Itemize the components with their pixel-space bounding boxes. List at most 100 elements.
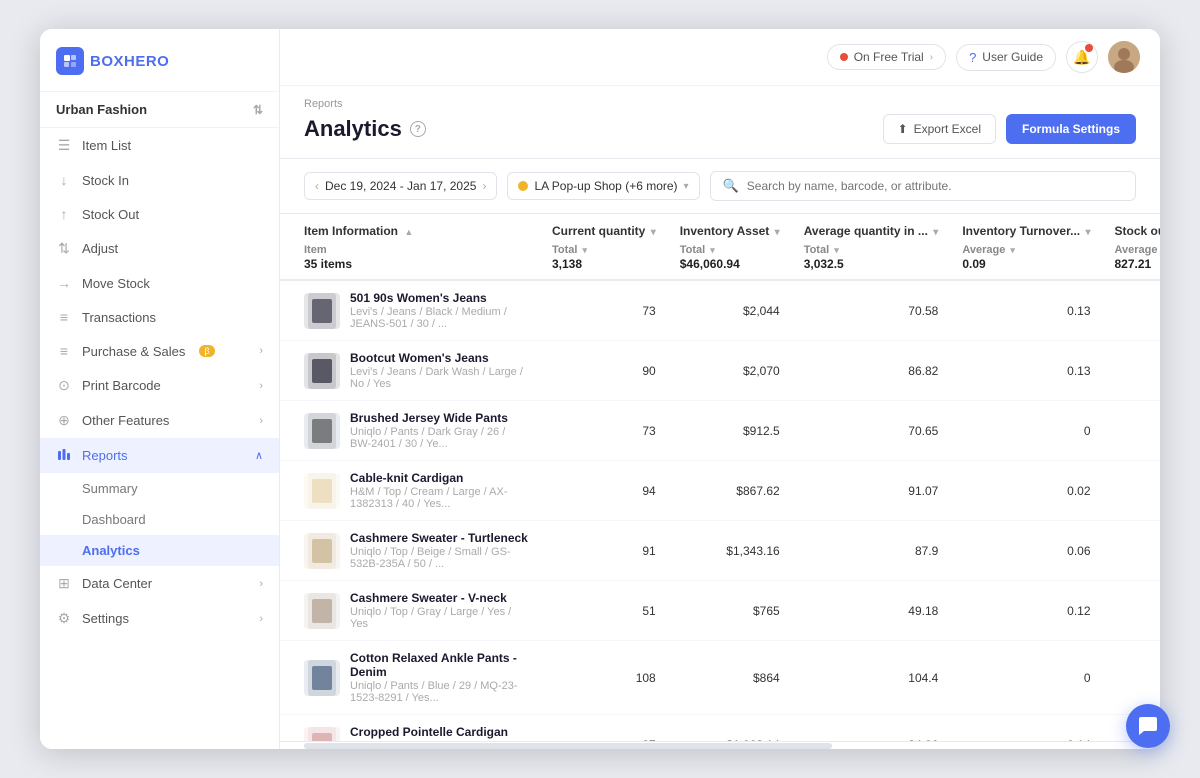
table-row: Cropped Pointelle Cardigan GAP / Top / P…: [280, 715, 1160, 742]
current-quantity-cell: 87: [540, 715, 668, 742]
col-dropdown-icon: ▾: [710, 245, 715, 255]
workspace-arrows[interactable]: ⇅: [253, 103, 263, 117]
item-cell: Brushed Jersey Wide Pants Uniqlo / Pants…: [280, 401, 540, 461]
sidebar-sub-item-summary[interactable]: Summary: [40, 473, 279, 504]
adjust-icon: ⇅: [56, 240, 72, 257]
turnover-cell: 0.14: [950, 715, 1102, 742]
sidebar-item-transactions[interactable]: ≡ Transactions: [40, 300, 279, 334]
user-guide-button[interactable]: ? User Guide: [956, 44, 1056, 71]
col-dropdown-icon: ▾: [933, 227, 938, 238]
sidebar-item-purchase-sales[interactable]: ≡ Purchase & Sales β ›: [40, 334, 279, 368]
current-quantity-cell: 90: [540, 341, 668, 401]
notification-badge: [1085, 44, 1093, 52]
sidebar-item-move-stock[interactable]: → Move Stock: [40, 266, 279, 300]
notifications-button[interactable]: 🔔: [1066, 41, 1098, 73]
sidebar-item-label: Settings: [82, 611, 129, 626]
current-quantity-cell: 73: [540, 280, 668, 341]
item-name: Cotton Relaxed Ankle Pants - Denim: [350, 651, 528, 679]
item-thumbnail: [304, 473, 340, 509]
data-center-icon: ⊞: [56, 575, 72, 592]
sub-col-total-qty: Total ▾ 3,138: [540, 242, 668, 280]
table-row: Cashmere Sweater - Turtleneck Uniqlo / T…: [280, 521, 1160, 581]
trial-button[interactable]: On Free Trial ›: [827, 44, 946, 70]
col-current-quantity[interactable]: Current quantity ▾: [540, 214, 668, 242]
item-name: Cashmere Sweater - Turtleneck: [350, 531, 528, 545]
item-attributes: Uniqlo / Top / Gray / Large / Yes / Yes: [350, 606, 528, 630]
col-item-information[interactable]: Item Information ▲: [280, 214, 540, 242]
location-selector[interactable]: LA Pop-up Shop (+6 more) ▾: [507, 172, 699, 200]
col-dropdown-icon: ▾: [1085, 227, 1090, 238]
inventory-asset-cell: $2,070: [668, 341, 792, 401]
sidebar-sub-item-dashboard[interactable]: Dashboard: [40, 504, 279, 535]
inventory-asset-cell: $912.5: [668, 401, 792, 461]
inventory-asset-cell: $1,343.16: [668, 521, 792, 581]
inventory-asset-cell: $864: [668, 641, 792, 715]
sub-col-item: Item 35 items: [280, 242, 540, 280]
item-cell: Cashmere Sweater - V-neck Uniqlo / Top /…: [280, 581, 540, 641]
item-name: Cable-knit Cardigan: [350, 471, 528, 485]
horizontal-scrollbar[interactable]: [280, 741, 1160, 749]
sidebar-item-stock-in[interactable]: ↓ Stock In: [40, 163, 279, 197]
col-dropdown-icon: ▾: [775, 227, 780, 238]
col-dropdown-icon: ▾: [583, 245, 588, 255]
col-inventory-turnover[interactable]: Inventory Turnover... ▾: [950, 214, 1102, 242]
search-input[interactable]: [747, 179, 1123, 193]
stock-out-icon: ↑: [56, 206, 72, 222]
chevron-up-icon: ∧: [255, 449, 263, 462]
purchase-sales-badge: β: [199, 345, 214, 357]
turnover-cell: 0.13: [950, 280, 1102, 341]
user-avatar[interactable]: [1108, 41, 1140, 73]
help-icon[interactable]: ?: [410, 121, 426, 137]
item-thumbnail: [304, 660, 340, 696]
search-bar[interactable]: 🔍: [710, 171, 1136, 201]
item-cell: Cropped Pointelle Cardigan GAP / Top / P…: [280, 715, 540, 742]
sidebar-item-other-features[interactable]: ⊕ Other Features ›: [40, 403, 279, 438]
prev-date-icon[interactable]: ‹: [315, 179, 319, 193]
sidebar-item-stock-out[interactable]: ↑ Stock Out: [40, 197, 279, 231]
table-row: 501 90s Women's Jeans Levi's / Jeans / B…: [280, 280, 1160, 341]
item-thumbnail: [304, 293, 340, 329]
next-date-icon[interactable]: ›: [482, 179, 486, 193]
sidebar-item-settings[interactable]: ⚙ Settings ›: [40, 601, 279, 636]
top-header: On Free Trial › ? User Guide 🔔: [280, 29, 1160, 86]
col-stock-out-estimate[interactable]: Stock out Estimate in... ▾: [1103, 214, 1161, 242]
col-avg-quantity[interactable]: Average quantity in ... ▾: [792, 214, 951, 242]
sidebar-item-item-list[interactable]: ☰ Item List: [40, 128, 279, 163]
avg-quantity-cell: 49.18: [792, 581, 951, 641]
turnover-cell: 0.06: [950, 521, 1102, 581]
analytics-table-wrapper[interactable]: Item Information ▲ Current quantity ▾ In…: [280, 214, 1160, 741]
col-inventory-asset[interactable]: Inventory Asset ▾: [668, 214, 792, 242]
list-icon: ☰: [56, 137, 72, 154]
formula-settings-button[interactable]: Formula Settings: [1006, 114, 1136, 144]
stock-out-estimate-cell: 1,410: [1103, 461, 1161, 521]
col-dropdown-icon: ▾: [1010, 245, 1015, 255]
sidebar-item-data-center[interactable]: ⊞ Data Center ›: [40, 566, 279, 601]
table-body: 501 90s Women's Jeans Levi's / Jeans / B…: [280, 280, 1160, 741]
item-thumbnail: [304, 727, 340, 742]
chat-button[interactable]: [1126, 704, 1170, 748]
page-header: Reports Analytics ? ⬆ Export Excel Formu…: [280, 86, 1160, 159]
stock-out-estimate-cell: 245.45: [1103, 341, 1161, 401]
sidebar-item-label: Adjust: [82, 241, 118, 256]
stock-out-estimate-cell: 546: [1103, 521, 1161, 581]
current-quantity-cell: 51: [540, 581, 668, 641]
date-range-label: Dec 19, 2024 - Jan 17, 2025: [325, 179, 476, 193]
export-excel-button[interactable]: ⬆ Export Excel: [883, 114, 996, 144]
sub-col-avg-estimate: Average ▾ 827.21: [1103, 242, 1161, 280]
sidebar-item-reports[interactable]: Reports ∧: [40, 438, 279, 473]
sidebar-item-label: Stock In: [82, 173, 129, 188]
sidebar: BOXHERO Urban Fashion ⇅ ☰ Item List ↓ St…: [40, 29, 280, 749]
chevron-down-icon: ›: [259, 380, 263, 392]
workspace-selector[interactable]: Urban Fashion ⇅: [40, 92, 279, 128]
sidebar-item-print-barcode[interactable]: ⊙ Print Barcode ›: [40, 368, 279, 403]
date-range-picker[interactable]: ‹ Dec 19, 2024 - Jan 17, 2025 ›: [304, 172, 497, 200]
sidebar-sub-item-analytics[interactable]: Analytics: [40, 535, 279, 566]
sub-item-label: Dashboard: [82, 512, 146, 527]
chevron-down-icon: ›: [259, 345, 263, 357]
other-features-icon: ⊕: [56, 412, 72, 429]
turnover-cell: 0: [950, 401, 1102, 461]
guide-icon: ?: [969, 50, 976, 65]
sidebar-item-adjust[interactable]: ⇅ Adjust: [40, 231, 279, 266]
current-quantity-cell: 73: [540, 401, 668, 461]
sub-item-label: Analytics: [82, 543, 140, 558]
